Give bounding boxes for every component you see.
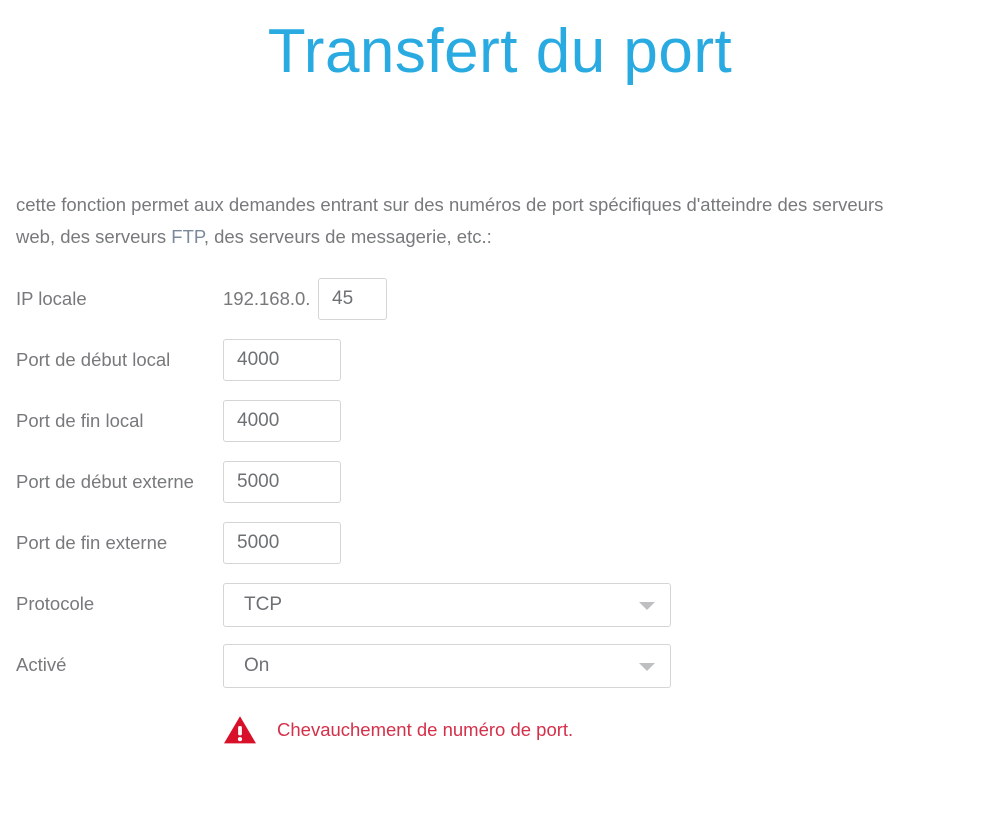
enabled-select[interactable]: On [223, 644, 671, 688]
form-row-local-start-port: Port de début local [0, 339, 1000, 400]
enabled-select-value[interactable]: On [223, 644, 671, 688]
validation-error-text: Chevauchement de numéro de port. [277, 719, 574, 740]
intro-ftp-term: FTP [171, 225, 204, 247]
label-external-end-port: Port de fin externe [16, 532, 168, 553]
form-row-local-end-port: Port de fin local [0, 400, 1000, 461]
port-forwarding-form: IP locale 192.168.0. Port de début local… [0, 278, 1000, 705]
form-row-ip-locale: IP locale 192.168.0. [0, 278, 1000, 339]
page-title: Transfert du port [267, 17, 733, 86]
protocol-select-value[interactable]: TCP [223, 583, 671, 627]
external-start-port-input[interactable] [223, 461, 341, 503]
ip-last-octet-input[interactable] [318, 278, 387, 320]
intro-paragraph: cette fonction permet aux demandes entra… [16, 189, 916, 253]
intro-text-part-2: , des serveurs de messagerie, etc.: [203, 225, 492, 247]
warning-triangle-icon [224, 716, 256, 744]
protocol-select[interactable]: TCP [223, 583, 671, 627]
label-ip-locale: IP locale [16, 288, 87, 309]
label-external-start-port: Port de début externe [16, 471, 194, 492]
external-end-port-input[interactable] [223, 522, 341, 564]
label-local-end-port: Port de fin local [16, 410, 144, 431]
local-end-port-input[interactable] [223, 400, 341, 442]
form-row-enabled: Activé On [0, 644, 1000, 705]
ip-prefix-text: 192.168.0. [223, 288, 311, 309]
validation-error: Chevauchement de numéro de port. [223, 715, 573, 745]
label-local-start-port: Port de début local [16, 349, 171, 370]
form-row-protocol: Protocole TCP [0, 583, 1000, 644]
label-enabled: Activé [16, 654, 67, 675]
local-start-port-input[interactable] [223, 339, 341, 381]
form-row-external-end-port: Port de fin externe [0, 522, 1000, 583]
label-protocol: Protocole [16, 593, 95, 614]
form-row-external-start-port: Port de début externe [0, 461, 1000, 522]
